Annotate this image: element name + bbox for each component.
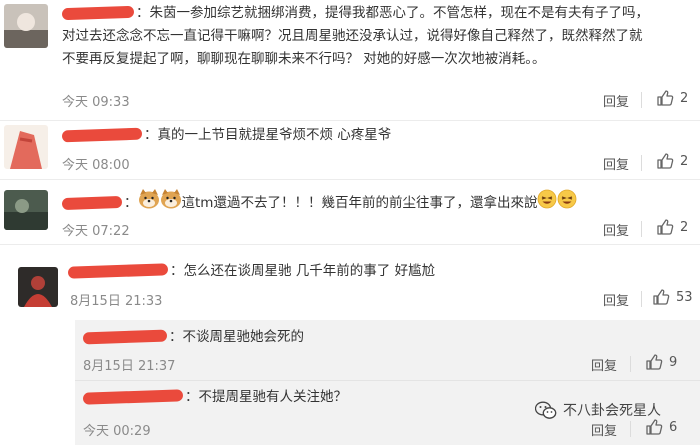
reply-button[interactable]: 回复 [591,420,617,439]
comment-line: 对过去还念念不忘一直记得干嘛啊？况且周星驰还没承认过，说得好像自己释然了，既然释… [62,28,643,44]
comment-text: ： 這tm還過不去了！！！幾百年前的前尘往事了，還拿出來說 [61,189,692,217]
reply-button[interactable]: 回复 [603,290,629,309]
doge-emoji [138,189,160,217]
comment-time: 8月15日 21:33 [70,294,163,309]
separator [75,380,700,381]
username-redacted[interactable] [82,389,184,405]
reply-text: ：不谈周星驰她会死的 [82,326,663,349]
divider [641,92,642,108]
like-count: 2 [680,90,689,106]
thumbs-up-icon [646,354,663,370]
reply-text: ：不提周星驰有人关注她？ [82,386,523,409]
avatar[interactable] [18,267,58,307]
username-redacted[interactable] [67,263,169,279]
doge-emoji [160,189,182,217]
reply-line: ：不提周星驰有人关注她？ [185,389,347,405]
thumbs-up-icon [646,419,663,435]
username-redacted[interactable] [61,195,123,211]
like-count: 9 [669,354,678,370]
reply-time: 8月15日 21:37 [83,359,176,374]
avatar[interactable] [4,4,48,48]
comment-line: 這tm還過不去了！！！幾百年前的前尘往事了，還拿出來說 [181,195,538,211]
comment-text: ：真的一上节目就提星爷烦不烦 心疼星爷 [61,124,682,147]
reply-button[interactable]: 回复 [603,154,629,173]
reply-button[interactable]: 回复 [591,355,617,374]
comment-text: ：朱茵一参加综艺就捆绑消费，提得我都恶心了。不管怎样，现在不是有夫有子了吗， 对… [61,2,692,71]
wechat-icon [535,401,557,419]
comment-line: ：朱茵一参加综艺就捆绑消费，提得我都恶心了。不管怎样，现在不是有夫有子了吗， [136,5,649,21]
reply-button[interactable]: 回复 [603,91,629,110]
watermark-text: 不八卦会死星人 [563,403,661,419]
laughing-emoji [557,189,577,217]
comment-item: ：朱茵一参加综艺就捆绑消费，提得我都恶心了。不管怎样，现在不是有夫有子了吗， 对… [0,0,700,120]
like-count: 2 [680,219,689,235]
username-redacted[interactable] [82,329,168,345]
comment-item: ：怎么还在谈周星驰 几千年前的事了 好尴尬 8月15日 21:33 回复 53 [0,245,700,315]
username-redacted[interactable] [61,5,135,21]
comment-text: ：怎么还在谈周星驰 几千年前的事了 好尴尬 [67,260,688,283]
thumbs-up-icon [653,289,670,305]
like-count: 6 [669,419,678,435]
divider [630,421,631,437]
reply-thread: ：不谈周星驰她会死的 8月15日 21:37 回复 9 ：不提周星驰有人关注她？… [75,320,700,445]
divider [641,221,642,237]
laughing-emoji [537,189,557,217]
thumbs-up-icon [657,90,674,106]
watermark: 不八卦会死星人 [535,400,661,420]
like-button[interactable]: 9 [645,353,677,371]
reply-line: ：不谈周星驰她会死的 [169,329,304,345]
comment-time: 今天 08:00 [62,158,130,173]
divider [641,291,642,307]
comment-time: 今天 09:33 [62,95,130,110]
thumbs-up-icon [657,219,674,235]
like-count: 2 [680,153,689,169]
username-redacted[interactable] [61,127,143,143]
thumbs-up-icon [657,153,674,169]
reply-time: 今天 00:29 [83,424,151,439]
comment-line: ：真的一上节目就提星爷烦不烦 心疼星爷 [144,127,392,143]
comment-line: ：怎么还在谈周星驰 几千年前的事了 好尴尬 [170,263,436,279]
comment-line: 不要再反复提起了啊，聊聊现在聊聊未来不行吗？ 对她的好感一次次地被消耗。。 [62,51,546,67]
comment-time: 今天 07:22 [62,224,130,239]
like-button[interactable]: 6 [645,418,677,436]
comment-item: ：真的一上节目就提星爷烦不烦 心疼星爷 今天 08:00 回复 2 [0,121,700,179]
like-button[interactable]: 53 [652,288,693,306]
comment-prefix: ： [124,195,138,211]
avatar[interactable] [4,125,48,169]
like-button[interactable]: 2 [656,218,688,236]
avatar[interactable] [4,190,48,230]
like-count: 53 [676,289,693,305]
like-button[interactable]: 2 [656,89,688,107]
divider [630,356,631,372]
divider [641,155,642,171]
reply-button[interactable]: 回复 [603,220,629,239]
like-button[interactable]: 2 [656,152,688,170]
comment-item: ： 這tm還過不去了！！！幾百年前的前尘往事了，還拿出來說 今天 07:22 回复… [0,180,700,242]
